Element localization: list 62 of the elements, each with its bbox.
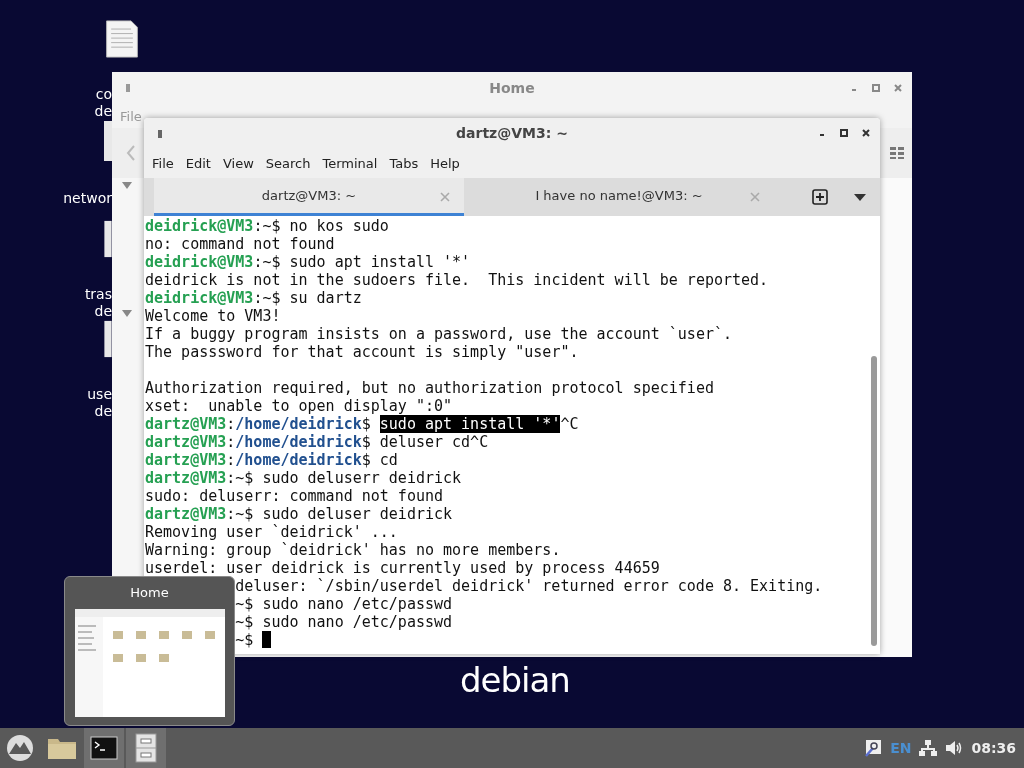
window-title: Home <box>489 80 535 96</box>
terminal-line: xset: unable to open display ":0" <box>145 397 453 415</box>
icon-label: networ <box>63 190 112 207</box>
new-tab-icon[interactable] <box>812 189 828 205</box>
network-icon[interactable] <box>919 740 938 756</box>
terminal-line: The passsword for that account is simply "user". <box>145 343 579 361</box>
terminal-line: deidrick@VM3:~$ no kos sudo <box>145 217 389 235</box>
tab[interactable]: I have no name!@VM3: ~ <box>464 178 774 216</box>
pen-tool-icon[interactable] <box>864 739 883 757</box>
window-thumbnail-drawing[interactable] <box>74 609 225 717</box>
clock[interactable]: 08:36 <box>971 740 1016 756</box>
menu-item[interactable]: Help <box>424 153 466 173</box>
icon-label: use <box>87 386 112 403</box>
taskbar-button[interactable] <box>126 728 166 768</box>
icon-label: de <box>94 303 112 320</box>
debian-logo: debian <box>460 660 570 700</box>
folder-icon[interactable] <box>47 736 77 760</box>
terminal-line: Removing user `deidrick' ... <box>145 523 398 541</box>
expander-icon[interactable] <box>122 310 132 318</box>
taskbar-button[interactable] <box>84 728 124 768</box>
menu-item[interactable]: Tabs <box>383 153 425 173</box>
volume-icon[interactable] <box>945 740 964 756</box>
terminal-line: Warning: group `deidrick' has no more members. <box>145 541 561 559</box>
terminal-line: ~$ sudo nano /etc/passwd <box>235 613 453 631</box>
menu-item[interactable]: File <box>146 153 180 173</box>
terminal-line: userdel: user deidrick is currently used by process 44659 <box>145 559 660 577</box>
terminal-line: deluser: `/sbin/userdel deidrick' returned error code 8. Exiting. <box>235 577 823 595</box>
terminal-line: ~$ <box>235 631 254 649</box>
terminal-line: sudo: deluserr: command not found <box>145 487 443 505</box>
scrollbar-thumb[interactable] <box>871 356 877 646</box>
terminal-line: dartz@VM3:~$ sudo deluserr deidrick <box>145 469 462 487</box>
icon-label: tras <box>84 286 112 303</box>
terminal-line: If a buggy program insists on a password, use the account `user`. <box>145 325 732 343</box>
terminal-line: dartz@VM3:~$ sudo deluser deidrick <box>145 505 453 523</box>
preview-title: Home <box>130 585 169 600</box>
maximize-icon[interactable] <box>840 129 848 137</box>
terminal-line: deidrick@VM3:~$ su dartz <box>145 289 362 307</box>
menu-item[interactable]: View <box>216 153 260 173</box>
terminal-line: dartz@VM3:/home/deidrick$ sudo apt install '*'^C <box>145 415 579 433</box>
terminal-line: deidrick is not in the sudoers file. This incident will be reported. <box>145 271 769 289</box>
window-title: dartz@VM3: ~ <box>456 125 568 141</box>
menu-item[interactable]: Edit <box>179 153 217 173</box>
terminal-line: ~$ sudo nano /etc/passwd <box>235 595 453 613</box>
terminal-line: Authorization required, but no authorization protocol specified <box>145 379 714 397</box>
terminal-line: Welcome to VM3! <box>145 307 281 325</box>
terminal-line: no: command not found <box>145 235 335 253</box>
terminal-line: dartz@VM3:/home/deidrick$ cd <box>145 451 398 469</box>
expander-icon[interactable] <box>122 182 132 190</box>
grid-view-icon[interactable] <box>890 147 904 159</box>
close-icon[interactable] <box>862 129 870 137</box>
file-cabinet-icon[interactable] <box>135 733 157 763</box>
menu-item[interactable]: Search <box>259 153 317 173</box>
terminal-line: dartz@VM3:/home/deidrick$ deluser cd^C <box>145 433 489 451</box>
caret-icon[interactable] <box>854 193 866 201</box>
icon-label: co <box>95 86 112 103</box>
terminal-icon[interactable] <box>90 736 118 760</box>
tab[interactable]: dartz@VM3: ~ <box>154 178 464 216</box>
icon-label: de <box>94 403 112 420</box>
menu-item[interactable]: Terminal <box>316 153 384 173</box>
icon-label: de <box>94 103 112 120</box>
terminal-line: deidrick@VM3:~$ sudo apt install '*' <box>145 253 471 271</box>
mountain-icon[interactable] <box>6 734 34 762</box>
